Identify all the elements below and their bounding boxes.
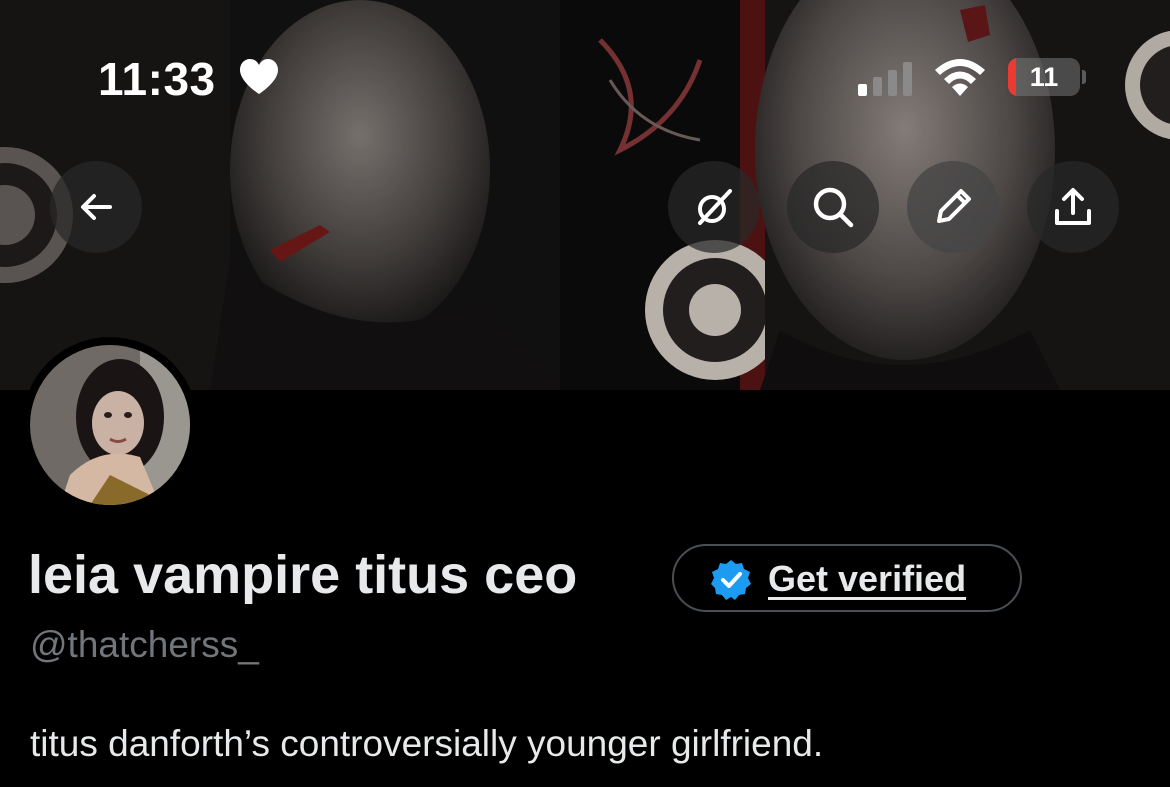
avatar-image (30, 345, 190, 505)
verified-badge-icon (711, 560, 751, 600)
back-button[interactable] (50, 161, 142, 253)
heart-icon (240, 59, 278, 94)
grok-icon (698, 189, 732, 225)
search-icon (813, 187, 854, 228)
get-verified-button[interactable]: Get verified (672, 544, 1022, 612)
get-verified-label: Get verified (768, 558, 967, 599)
battery-level: 11 (1029, 62, 1059, 92)
share-button[interactable] (1027, 161, 1119, 253)
status-time: 11:33 (98, 53, 216, 105)
wifi-icon (935, 59, 985, 96)
battery-indicator: 11 (1008, 58, 1086, 96)
profile-bio: titus danforth’s controversially younger… (30, 723, 824, 764)
cellular-signal-icon (858, 62, 912, 96)
edit-profile-button[interactable] (907, 161, 999, 253)
search-button[interactable] (787, 161, 879, 253)
avatar[interactable] (22, 337, 198, 513)
display-name: leia vampire titus ceo (28, 545, 578, 605)
arrow-left-icon (81, 194, 112, 220)
share-icon (1055, 188, 1091, 225)
username-handle: @thatcherss_ (30, 624, 259, 665)
grok-button[interactable] (668, 161, 760, 253)
pencil-icon (937, 189, 971, 223)
status-bar: 11:33 11 (0, 0, 1170, 150)
